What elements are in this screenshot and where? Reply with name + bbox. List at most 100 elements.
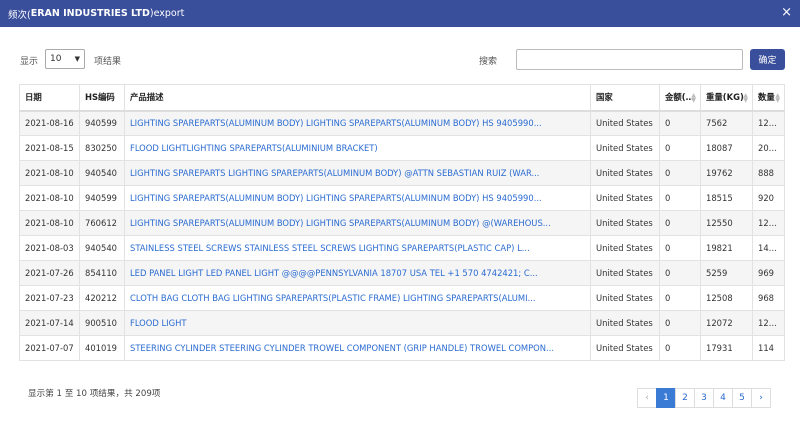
page-button-1[interactable]: 1 (656, 388, 676, 408)
cell-country: United States (590, 185, 660, 211)
cell-date: 2021-07-26 (19, 260, 80, 286)
cell-description[interactable]: FLOOD LIGHTLIGHTING SPAREPARTS(ALUMINIUM… (124, 135, 591, 161)
cell-description[interactable]: CLOTH BAG CLOTH BAG LIGHTING SPAREPARTS(… (124, 285, 591, 311)
cell-description[interactable]: FLOOD LIGHT (124, 310, 591, 336)
column-header-label: HS编码 (85, 92, 115, 103)
cell-description[interactable]: LIGHTING SPAREPARTS(ALUMINUM BODY) LIGHT… (124, 185, 591, 211)
cell-amount: 0 (659, 285, 701, 311)
cell-hs-code: 760612 (79, 210, 125, 236)
table-row: 2021-07-07 401019 STEERING CYLINDER STEERI… (19, 335, 785, 361)
cell-hs-code: 940540 (79, 235, 125, 261)
cell-amount: 0 (659, 260, 701, 286)
table-row: 2021-07-26 854110 LED PANEL LIGHT LED PANE… (19, 260, 785, 286)
column-header[interactable]: 金额($) ▲ ▼ (659, 84, 701, 112)
table-row: 2021-08-03 940540 STAINLESS STEEL SCREWS S… (19, 235, 785, 261)
cell-quantity: 1206 (752, 310, 785, 336)
column-header[interactable]: 重量(KG) ▲ ▼ (700, 84, 753, 112)
column-header-label: 产品描述 (130, 92, 164, 103)
cell-weight: 5259 (700, 260, 753, 286)
table-row: 2021-07-23 420212 CLOTH BAG CLOTH BAG LIGH… (19, 285, 785, 311)
sort-icon: ▲ ▼ (775, 93, 780, 104)
cell-amount: 0 (659, 185, 701, 211)
cell-date: 2021-08-03 (19, 235, 80, 261)
page-button-2[interactable]: 2 (675, 388, 695, 408)
table-row: 2021-08-10 940540 LIGHTING SPAREPARTS LIGH… (19, 160, 785, 186)
column-header-label: 国家 (596, 92, 613, 103)
cell-country: United States (590, 310, 660, 336)
cell-amount: 0 (659, 160, 701, 186)
table-row: 2021-08-10 940599 LIGHTING SPAREPARTS(ALUM… (19, 185, 785, 211)
cell-weight: 19762 (700, 160, 753, 186)
search-label: 搜索 (479, 57, 498, 67)
cell-hs-code: 900510 (79, 310, 125, 336)
cell-description[interactable]: LIGHTING SPAREPARTS(ALUMINUM BODY) LIGHT… (124, 110, 591, 136)
next-page-button[interactable]: › (751, 388, 771, 408)
cell-hs-code: 940540 (79, 160, 125, 186)
cell-quantity: 968 (752, 285, 785, 311)
cell-description[interactable]: STEERING CYLINDER STEERING CYLINDER TROW… (124, 335, 591, 361)
cell-description[interactable]: STAINLESS STEEL SCREWS STAINLESS STEEL S… (124, 235, 591, 261)
cell-amount: 0 (659, 210, 701, 236)
cell-hs-code: 830250 (79, 135, 125, 161)
cell-country: United States (590, 210, 660, 236)
results-label: 项结果 (94, 57, 122, 67)
page-button-5[interactable]: 5 (732, 388, 752, 408)
close-icon[interactable]: × (781, 6, 792, 19)
cell-hs-code: 940599 (79, 185, 125, 211)
sort-icon: ▲ ▼ (691, 93, 696, 104)
cell-description[interactable]: LED PANEL LIGHT LED PANEL LIGHT @@@@PENN… (124, 260, 591, 286)
page-button-3[interactable]: 3 (694, 388, 714, 408)
cell-amount: 0 (659, 310, 701, 336)
cell-quantity: 114 (752, 335, 785, 361)
cell-date: 2021-07-07 (19, 335, 80, 361)
cell-quantity: 888 (752, 160, 785, 186)
cell-weight: 12508 (700, 285, 753, 311)
column-header[interactable]: 数量 ▲ ▼ (752, 84, 785, 112)
cell-date: 2021-07-23 (19, 285, 80, 311)
cell-hs-code: 854110 (79, 260, 125, 286)
confirm-button[interactable]: 确定 (750, 49, 785, 70)
search-input[interactable] (516, 49, 743, 70)
cell-quantity: 2037 (752, 135, 785, 161)
results-summary: 显示第 1 至 10 项结果，共 209项 (28, 389, 161, 399)
window-title-suffix: )export (149, 8, 185, 19)
cell-description[interactable]: LIGHTING SPAREPARTS LIGHTING SPAREPARTS(… (124, 160, 591, 186)
sort-down-icon: ▼ (743, 97, 748, 104)
column-header-label: 数量 (758, 92, 775, 103)
sort-icon: ▲ ▼ (743, 93, 748, 104)
export-records-table: 日期 HS编码 产品描述 国家 金额($) ▲ ▼ 重量(KG) ▲ ▼ 数量 ▲ ▼ 2021-08-… (19, 84, 785, 361)
table-row: 2021-07-14 900510 FLOOD LIGHT United States… (19, 310, 785, 336)
cell-amount: 0 (659, 335, 701, 361)
cell-quantity: 1264 (752, 110, 785, 136)
page-size-select[interactable]: 10 ▼ (45, 49, 85, 69)
cell-date: 2021-08-15 (19, 135, 80, 161)
table-row: 2021-08-15 830250 FLOOD LIGHTLIGHTING SPAR… (19, 135, 785, 161)
cell-quantity: 1447 (752, 235, 785, 261)
cell-country: United States (590, 135, 660, 161)
cell-weight: 19821 (700, 235, 753, 261)
cell-country: United States (590, 110, 660, 136)
table-header-row: 日期 HS编码 产品描述 国家 金额($) ▲ ▼ 重量(KG) ▲ ▼ 数量 ▲ ▼ (19, 84, 785, 112)
column-header[interactable]: 国家 (590, 84, 660, 112)
cell-hs-code: 420212 (79, 285, 125, 311)
window-title-company: ERAN INDUSTRIES LTD (30, 8, 150, 19)
cell-date: 2021-08-10 (19, 160, 80, 186)
column-header[interactable]: HS编码 (79, 84, 125, 112)
column-header[interactable]: 日期 (19, 84, 80, 112)
chevron-down-icon: ▼ (74, 55, 80, 63)
page-button-4[interactable]: 4 (713, 388, 733, 408)
cell-date: 2021-08-10 (19, 185, 80, 211)
cell-description[interactable]: LIGHTING SPAREPARTS(ALUMINUM BODY) LIGHT… (124, 210, 591, 236)
prev-page-button[interactable]: ‹ (637, 388, 657, 408)
table-row: 2021-08-16 940599 LIGHTING SPAREPARTS(ALUM… (19, 110, 785, 136)
cell-country: United States (590, 335, 660, 361)
column-header[interactable]: 产品描述 (124, 84, 591, 112)
cell-weight: 17931 (700, 335, 753, 361)
column-header-label: 日期 (25, 92, 42, 103)
page-size-value: 10 (50, 54, 62, 64)
cell-hs-code: 401019 (79, 335, 125, 361)
cell-amount: 0 (659, 110, 701, 136)
table-body: 2021-08-16 940599 LIGHTING SPAREPARTS(ALUM… (19, 110, 785, 361)
table-row: 2021-08-10 760612 LIGHTING SPAREPARTS(ALUM… (19, 210, 785, 236)
cell-date: 2021-08-16 (19, 110, 80, 136)
